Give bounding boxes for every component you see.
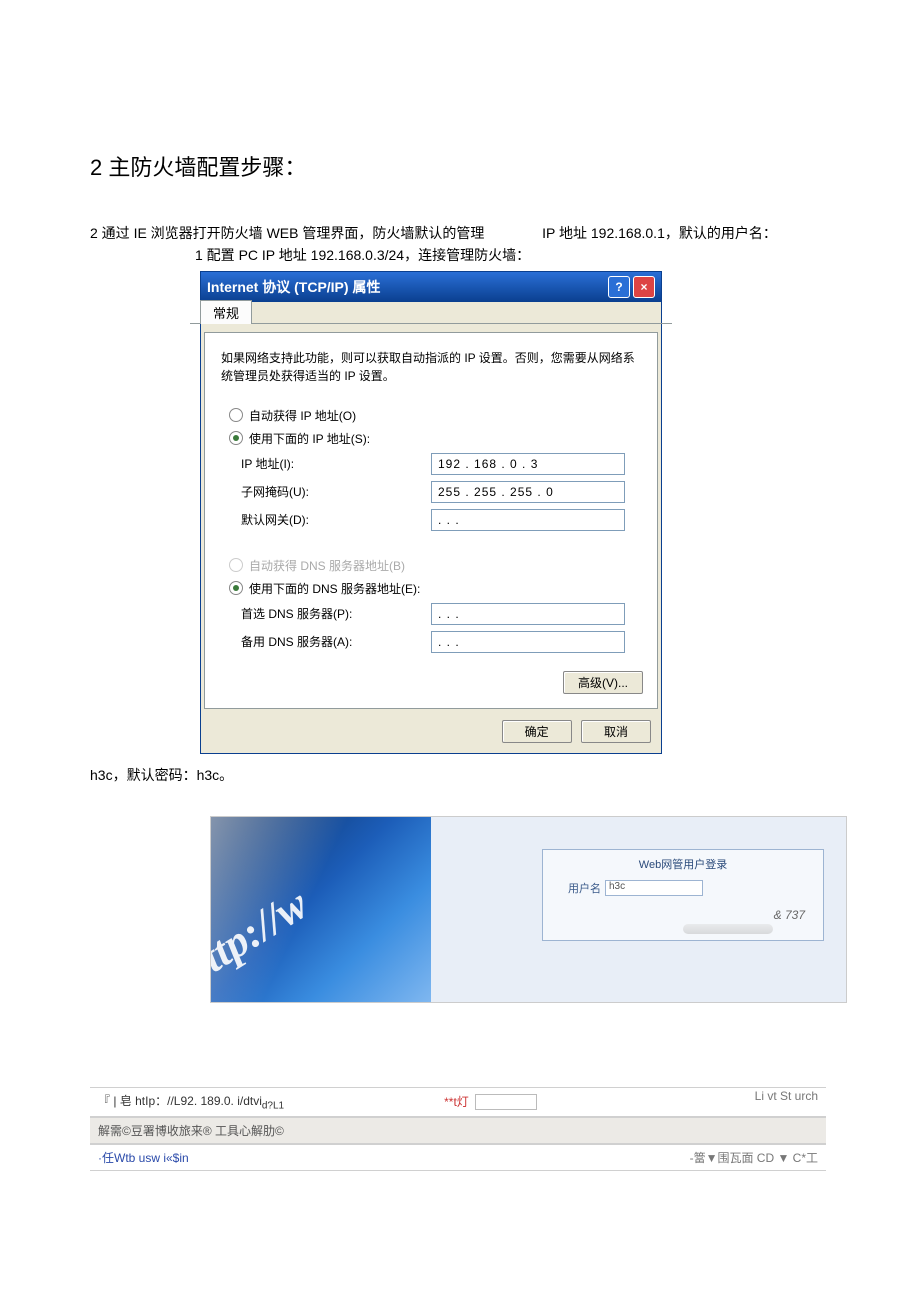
radio-manual-dns-label: 使用下面的 DNS 服务器地址(E):: [249, 580, 420, 597]
dialog-titlebar: Internet 协议 (TCP/IP) 属性 ? ×: [201, 272, 661, 302]
addr-mid: **t灯: [444, 1093, 469, 1110]
help-icon[interactable]: ?: [608, 276, 630, 298]
login-box: Web网管用户登录 用户名 h3c & 737: [542, 849, 824, 941]
login-screenshot: ttp://w Web网管用户登录 用户名 h3c & 737: [210, 816, 847, 1003]
intro-line-1: 2 通过 IE 浏览器打开防火墙 WEB 管理界面，防火墙默认的管理 IP 地址…: [90, 222, 830, 244]
addr-right-text: Li vt St urch: [755, 1089, 818, 1103]
cancel-button[interactable]: 取消: [581, 720, 651, 743]
link-bar-strip: ·任Wtb usw i«$in -簹▼围瓦面 CD ▼ C*工: [90, 1144, 826, 1171]
login-user-input[interactable]: h3c: [605, 880, 703, 896]
radio-auto-dns-row: 自动获得 DNS 服务器地址(B): [229, 557, 643, 574]
radio-icon: [229, 408, 243, 422]
radio-disabled-icon: [229, 558, 243, 572]
login-extra-text: & 737: [774, 908, 805, 922]
tcpip-dialog: Internet 协议 (TCP/IP) 属性 ? × 常规 如果网络支持此功能…: [200, 271, 662, 754]
toolbar-link[interactable]: ·任Wtb usw i«$in: [98, 1149, 189, 1166]
radio-manual-ip-label: 使用下面的 IP 地址(S):: [249, 430, 370, 447]
radio-checked-icon: [229, 431, 243, 445]
label-ip: IP 地址(I):: [241, 455, 431, 472]
radio-manual-dns-row[interactable]: 使用下面的 DNS 服务器地址(E):: [229, 580, 643, 597]
radio-auto-ip-row[interactable]: 自动获得 IP 地址(O): [229, 407, 643, 424]
label-gateway: 默认网关(D):: [241, 511, 431, 528]
login-title: Web网管用户登录: [553, 856, 813, 872]
menu-bar-strip: 解需©豆署博收旅来® 工具心解肋©: [90, 1117, 826, 1144]
toolbar-right: -簹▼围瓦面 CD ▼ C*工: [690, 1149, 818, 1166]
label-dns2: 备用 DNS 服务器(A):: [241, 633, 431, 650]
dialog-description: 如果网络支持此功能，则可以获取自动指派的 IP 设置。否则，您需要从网络系统管理…: [221, 349, 643, 385]
menu-text[interactable]: 解需©豆署博收旅来® 工具心解肋©: [98, 1122, 284, 1139]
advanced-button[interactable]: 高级(V)...: [563, 671, 643, 694]
radio-checked-icon: [229, 581, 243, 595]
login-user-label: 用户名: [553, 880, 601, 896]
input-dns2[interactable]: . . .: [431, 631, 625, 653]
address-text[interactable]: 『 | 皂 htIp：//L92. 189.0. i/dtvid?L1: [98, 1092, 284, 1111]
login-submit-ghost: [683, 924, 773, 934]
address-bar-strip: 『 | 皂 htIp：//L92. 189.0. i/dtvid?L1 **t灯…: [90, 1087, 826, 1116]
radio-auto-dns-label: 自动获得 DNS 服务器地址(B): [249, 557, 405, 574]
label-mask: 子网掩码(U):: [241, 483, 431, 500]
intro-right: IP 地址 192.168.0.1，默认的用户名：: [542, 225, 777, 241]
input-mask[interactable]: 255 . 255 . 255 . 0: [431, 481, 625, 503]
input-gateway[interactable]: . . .: [431, 509, 625, 531]
input-ip[interactable]: 192 . 168 . 0 . 3: [431, 453, 625, 475]
radio-manual-ip-row[interactable]: 使用下面的 IP 地址(S):: [229, 430, 643, 447]
tab-strip: 常规: [190, 299, 672, 324]
login-art-text: ttp://w: [211, 879, 317, 983]
ok-button[interactable]: 确定: [502, 720, 572, 743]
label-dns1: 首选 DNS 服务器(P):: [241, 605, 431, 622]
tab-general[interactable]: 常规: [200, 300, 252, 324]
section-heading: 2 主防火墙配置步骤：: [90, 150, 830, 182]
intro-left: 2 通过 IE 浏览器打开防火墙 WEB 管理界面，防火墙默认的管理: [90, 225, 484, 241]
addr-small-input[interactable]: [475, 1094, 537, 1110]
input-dns1[interactable]: . . .: [431, 603, 625, 625]
login-art: ttp://w: [211, 817, 431, 1002]
intro-line-2: 1 配置 PC IP 地址 192.168.0.3/24，连接管理防火墙：: [195, 244, 830, 266]
after-dialog-text: h3c，默认密码：h3c。: [90, 764, 830, 786]
radio-auto-ip-label: 自动获得 IP 地址(O): [249, 407, 356, 424]
close-icon[interactable]: ×: [633, 276, 655, 298]
dialog-title: Internet 协议 (TCP/IP) 属性: [207, 277, 605, 297]
